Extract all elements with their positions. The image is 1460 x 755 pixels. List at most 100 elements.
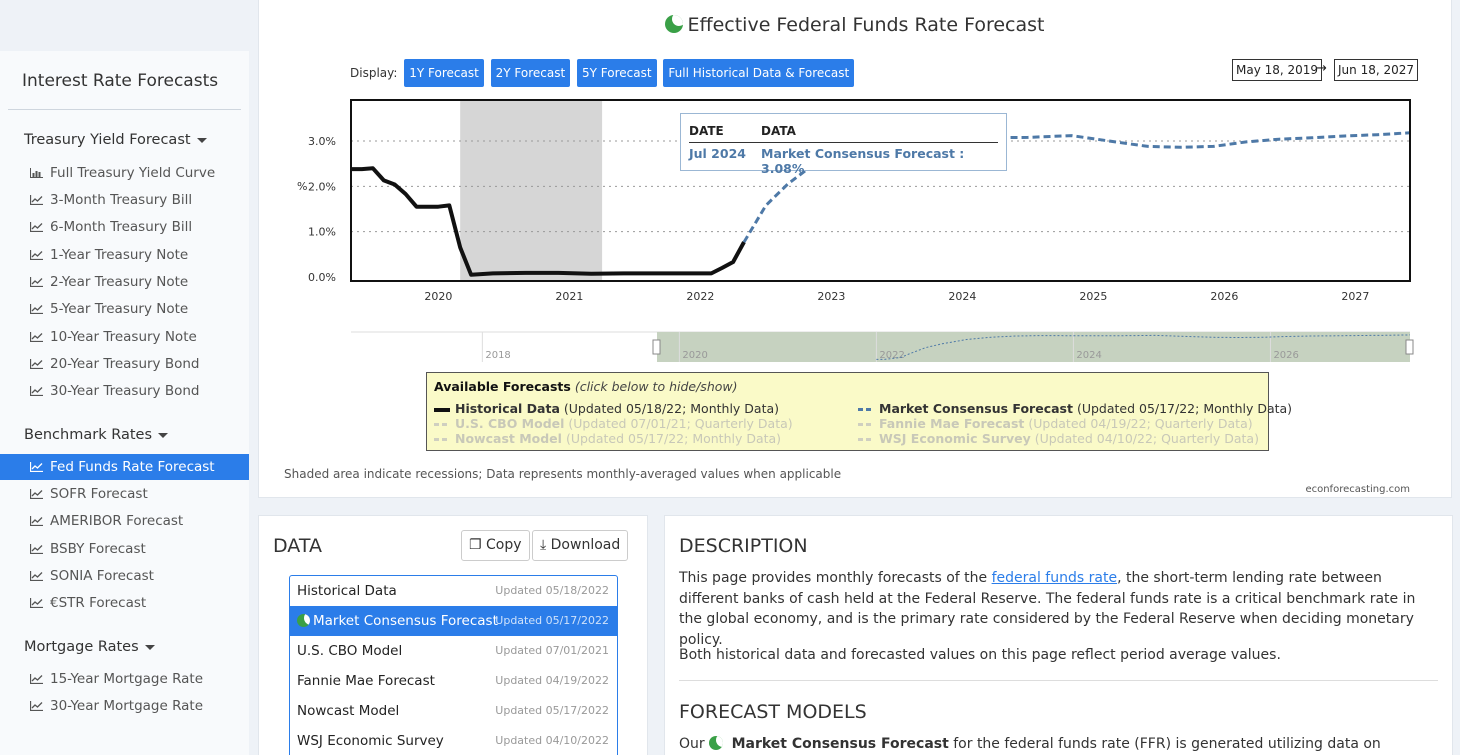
legend-item-historical-data[interactable]: Historical Data (Updated 05/18/22; Month… [434,401,779,416]
line-chart-icon [30,386,43,396]
sidebar-item-15-year-mortgage-rate[interactable]: 15-Year Mortgage Rate [0,666,249,692]
copy-icon: ❐ [469,537,482,553]
group-mortgage-rates[interactable]: Mortgage Rates [24,639,155,655]
description-paragraph-3: Our Market Consensus Forecast for the fe… [679,736,1381,752]
navigator-tick-label: 2026 [1273,350,1298,361]
copy-button[interactable]: ❐ Copy [461,530,530,561]
data-panel: DATA ❐ Copy ⤓ Download Historical Data Up… [258,515,648,755]
navigator-tick-label: 2024 [1076,350,1101,361]
forecast-models-title: FORECAST MODELS [679,701,867,723]
y-axis-label: % [297,180,307,193]
group-label: Mortgage Rates [24,639,139,655]
legend-item-fannie-mae[interactable]: Fannie Mae Forecast (Updated 04/19/22; Q… [858,416,1253,431]
legend-item-wsj[interactable]: WSJ Economic Survey (Updated 04/10/22; Q… [858,431,1259,446]
caret-down-icon [196,137,207,143]
forecast-legend: Available Forecasts (click below to hide… [426,372,1292,451]
navigator-tick-label: 2022 [879,350,904,361]
sidebar-item-full-treasury-yield-curve[interactable]: Full Treasury Yield Curve [0,160,249,186]
fed-funds-chart[interactable]: 0.0% 1.0% 2.0% 3.0% 2020 2021 2022 2023 2024 202… [259,0,1453,370]
caret-down-icon [158,432,169,438]
group-benchmark-rates[interactable]: Benchmark Rates [24,427,169,443]
navigator-tick-label: 2020 [682,350,707,361]
y-tick-label: 0.0% [308,271,336,284]
line-chart-icon [30,250,43,260]
line-chart-icon [30,277,43,287]
line-chart-icon [30,332,43,342]
line-chart-icon [30,462,43,472]
data-series-list: Historical Data Updated 05/18/2022 Market… [289,575,618,755]
legend-item-market-consensus[interactable]: Market Consensus Forecast (Updated 05/17… [858,401,1292,416]
recession-band [460,100,603,281]
econforecasting-logo-icon [709,736,724,750]
legend-item-nowcast[interactable]: Nowcast Model (Updated 05/17/22; Monthly… [434,431,781,446]
list-item[interactable]: Fannie Mae Forecast Updated 04/19/2022 [290,666,617,696]
bar-chart-icon [30,168,43,178]
y-tick-label: 1.0% [308,226,336,239]
description-title: DESCRIPTION [679,535,808,557]
legend-title: Available Forecasts (click below to hide… [434,379,738,394]
legend-item-cbo-model[interactable]: U.S. CBO Model (Updated 07/01/21; Quarte… [434,416,793,431]
navigator-handle-left[interactable] [652,339,661,355]
sidebar-item-10-year-treasury-note[interactable]: 10-Year Treasury Note [0,324,249,350]
sidebar-item-estr-forecast[interactable]: €STR Forecast [0,590,249,616]
x-tick-label: 2021 [555,290,583,303]
line-chart-icon [30,571,43,581]
description-paragraph-1: This page provides monthly forecasts of … [679,570,1416,648]
line-chart-icon [30,544,43,554]
navigator-tick-label: 2018 [485,350,510,361]
line-chart-icon [30,304,43,314]
list-item[interactable]: WSJ Economic Survey Updated 04/10/2022 [290,726,617,755]
line-chart-icon [30,598,43,608]
sidebar-item-1-year-treasury-note[interactable]: 1-Year Treasury Note [0,242,249,268]
navigator[interactable]: 2018 2020 2022 2024 2026 [351,331,1414,362]
navigator-handle-right[interactable] [1405,339,1414,355]
sidebar-item-5-year-treasury-note[interactable]: 5-Year Treasury Note [0,296,249,322]
chart-panel: Effective Federal Funds Rate Forecast Di… [258,0,1452,498]
line-chart-icon [30,222,43,232]
sidebar-item-sonia-forecast[interactable]: SONIA Forecast [0,563,249,589]
data-title: DATA [273,535,322,557]
x-tick-label: 2023 [817,290,845,303]
line-chart-icon [30,701,43,711]
x-tick-label: 2020 [424,290,452,303]
download-button[interactable]: ⤓ Download [532,530,629,561]
econforecasting-logo-icon [297,614,310,627]
tooltip-data-header: DATA [761,124,796,138]
line-chart-icon [30,516,43,526]
sidebar-item-ameribor-forecast[interactable]: AMERIBOR Forecast [0,508,249,534]
sidebar-item-30-year-treasury-bond[interactable]: 30-Year Treasury Bond [0,378,249,404]
group-treasury-yield[interactable]: Treasury Yield Forecast [24,132,207,148]
sidebar: Interest Rate Forecasts Treasury Yield F… [0,51,249,755]
y-tick-label: 3.0% [308,135,336,148]
sidebar-divider [8,109,241,110]
caret-down-icon [144,644,155,650]
sidebar-item-2-year-treasury-note[interactable]: 2-Year Treasury Note [0,269,249,295]
sidebar-item-6-month-treasury-bill[interactable]: 6-Month Treasury Bill [0,214,249,240]
federal-funds-rate-link[interactable]: federal funds rate [992,570,1117,586]
x-tick-label: 2027 [1341,290,1369,303]
tooltip-date: Jul 2024 [689,146,746,161]
group-label: Treasury Yield Forecast [24,132,191,148]
y-tick-label: 2.0% [308,180,336,193]
list-item[interactable]: U.S. CBO Model Updated 07/01/2021 [290,636,617,666]
line-chart-icon [30,195,43,205]
chart-note: Shaded area indicate recessions; Data re… [284,467,842,481]
sidebar-item-30-year-mortgage-rate[interactable]: 30-Year Mortgage Rate [0,693,249,719]
description-paragraph-2: Both historical data and forecasted valu… [679,647,1281,663]
line-chart-icon [30,359,43,369]
list-item[interactable]: Historical Data Updated 05/18/2022 [290,576,617,606]
sidebar-item-bsby-forecast[interactable]: BSBY Forecast [0,536,249,562]
line-chart-icon [30,674,43,684]
sidebar-item-fed-funds-rate-forecast[interactable]: Fed Funds Rate Forecast [0,454,249,480]
list-item[interactable]: Nowcast Model Updated 05/17/2022 [290,696,617,726]
tooltip-date-header: DATE [689,124,724,138]
sidebar-item-3-month-treasury-bill[interactable]: 3-Month Treasury Bill [0,187,249,213]
sidebar-item-sofr-forecast[interactable]: SOFR Forecast [0,481,249,507]
brand-credit[interactable]: econforecasting.com [1305,484,1410,495]
sidebar-item-20-year-treasury-bond[interactable]: 20-Year Treasury Bond [0,351,249,377]
x-tick-label: 2022 [686,290,714,303]
sidebar-title: Interest Rate Forecasts [22,71,219,91]
x-tick-label: 2024 [948,290,976,303]
list-item-selected[interactable]: Market Consensus Forecast Updated 05/17/2… [290,606,617,636]
chart-tooltip: DATE DATA Jul 2024 Market Consensus Fore… [680,113,1007,176]
